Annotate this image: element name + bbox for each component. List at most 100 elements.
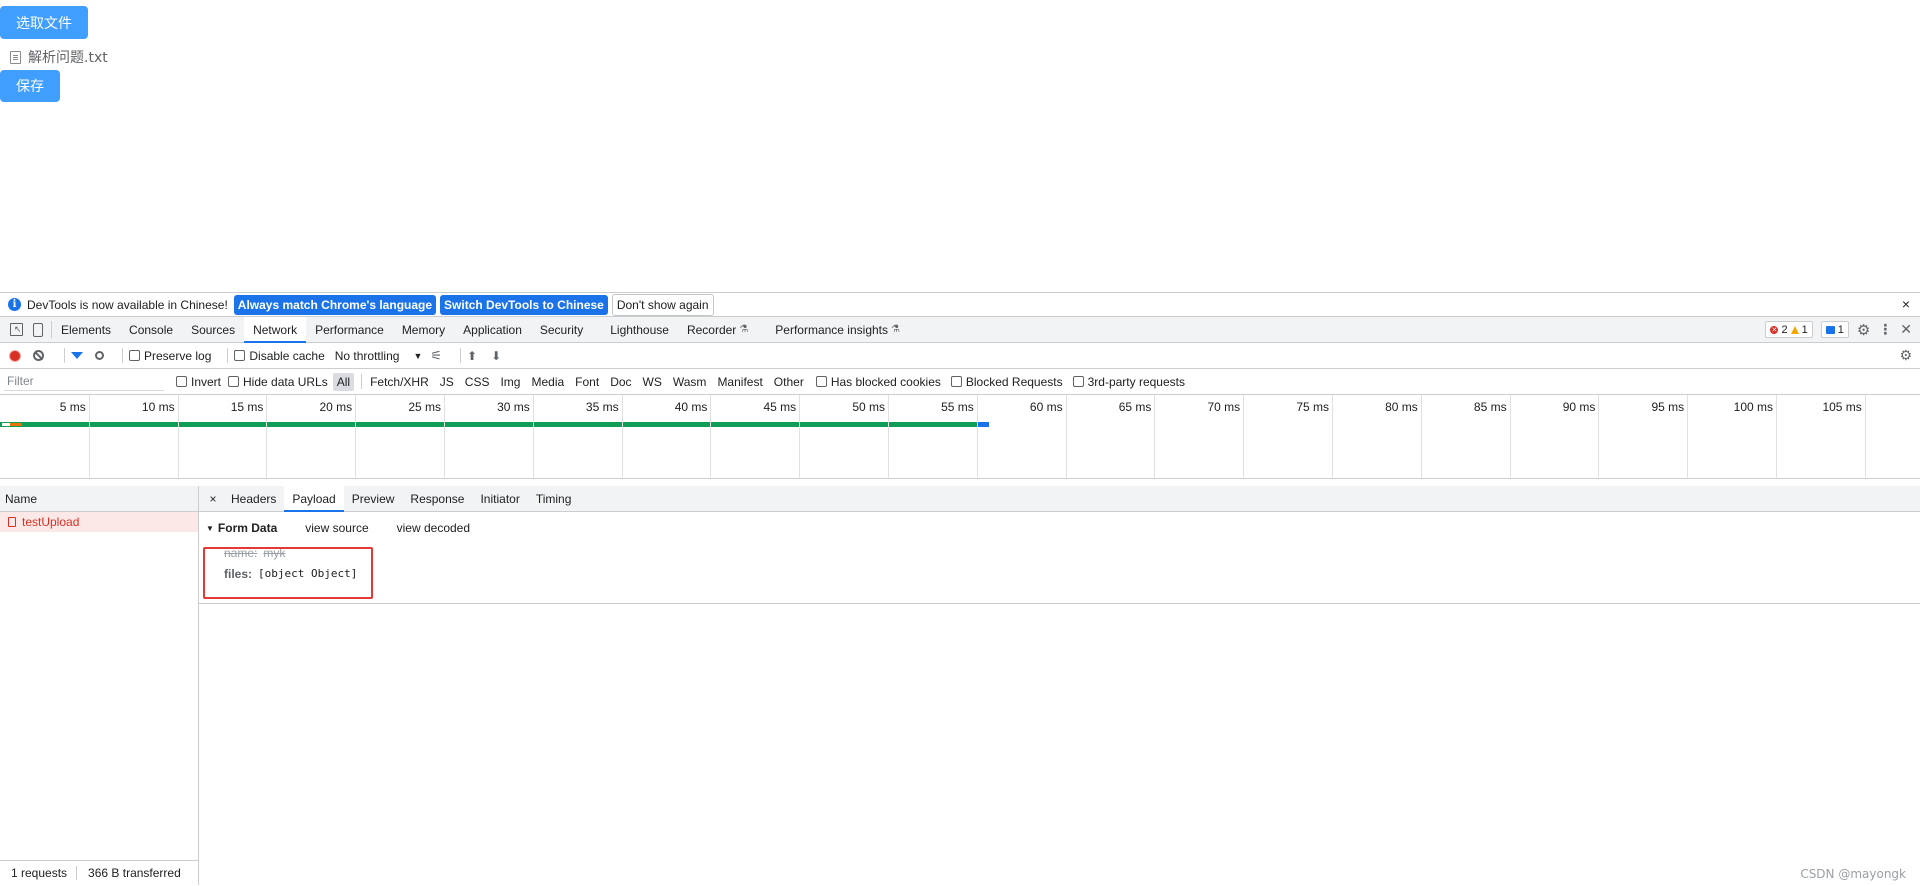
device-toolbar-icon[interactable] [33, 322, 43, 337]
view-source-link[interactable]: view source [305, 521, 368, 535]
expand-triangle-icon[interactable]: ▼ [206, 524, 214, 533]
checkbox-box[interactable] [815, 376, 827, 387]
settings-gear-icon[interactable]: ⚙ [1857, 321, 1870, 339]
type-filter-font[interactable]: Font [571, 373, 603, 391]
disable-cache-label: Disable cache [249, 348, 325, 363]
always-match-language-button[interactable]: Always match Chrome's language [233, 294, 437, 315]
timeline-tick-label: 100 ms [1733, 400, 1773, 414]
close-devtools-icon[interactable]: ✕ [1900, 321, 1912, 338]
switch-to-chinese-button[interactable]: Switch DevTools to Chinese [440, 294, 608, 315]
infobar-close-icon[interactable]: × [1902, 296, 1910, 312]
filter-input[interactable]: Filter [4, 373, 164, 391]
type-filter-fetch-xhr[interactable]: Fetch/XHR [366, 373, 433, 391]
tab-memory[interactable]: Memory [393, 317, 454, 342]
import-har-icon[interactable]: ⬆ [467, 349, 477, 363]
infobar-message: DevTools is now available in Chinese! [27, 297, 228, 312]
experiment-flask-icon: ⚗ [739, 324, 749, 335]
tab-application[interactable]: Application [454, 317, 531, 342]
timeline-tick-label: 60 ms [1029, 400, 1063, 414]
disable-cache-checkbox[interactable]: Disable cache [234, 348, 325, 363]
tab-recorder[interactable]: Recorder ⚗ [678, 317, 757, 342]
document-icon [10, 50, 21, 64]
annotation-highlight-box [203, 547, 373, 599]
type-filter-wasm[interactable]: Wasm [669, 373, 711, 391]
preserve-log-checkbox[interactable]: Preserve log [129, 349, 211, 363]
error-icon: ✕ [1770, 325, 1779, 334]
timeline-tick-label: 90 ms [1562, 400, 1596, 414]
request-row[interactable]: testUpload [0, 512, 198, 532]
checkbox-box[interactable] [234, 350, 246, 361]
tab-initiator[interactable]: Initiator [472, 486, 527, 511]
pick-file-button[interactable]: 选取文件 [0, 6, 88, 39]
tab-recorder-label: Recorder [686, 322, 737, 337]
tab-performance-insights[interactable]: Performance insights ⚗ [757, 317, 909, 342]
checkbox-box[interactable] [1072, 376, 1084, 387]
invert-checkbox[interactable]: Invert [176, 375, 221, 389]
clear-icon[interactable] [33, 350, 44, 361]
tab-preview[interactable]: Preview [344, 486, 403, 511]
tab-network[interactable]: Network [244, 317, 307, 343]
timeline-tick-label: 10 ms [141, 400, 175, 414]
type-filter-ws[interactable]: WS [639, 373, 666, 391]
tabbar-right: ✕ 2 1 1 ⚙ ⋮ ✕ [1765, 317, 1912, 342]
export-har-icon[interactable]: ⬇ [491, 349, 501, 363]
timeline-gridline [177, 395, 179, 478]
network-settings-gear-icon[interactable]: ⚙ [1899, 347, 1912, 364]
checkbox-box[interactable] [950, 376, 962, 387]
form-data-section-header[interactable]: ▼ Form Data view source view decoded [206, 521, 498, 535]
detail-tabbar: × Headers Payload Preview Response Initi… [199, 486, 1920, 512]
network-toolbar: Preserve log Disable cache No throttling… [0, 343, 1920, 369]
type-filter-img[interactable]: Img [496, 373, 524, 391]
tab-response[interactable]: Response [402, 486, 472, 511]
checkbox-box[interactable] [228, 376, 240, 387]
tab-security[interactable]: Security [531, 317, 601, 342]
tab-performance[interactable]: Performance [306, 317, 393, 342]
type-filter-manifest[interactable]: Manifest [713, 373, 766, 391]
section-divider [199, 603, 1920, 604]
name-column-header[interactable]: Name [0, 486, 198, 512]
file-list-item[interactable]: 解析问题.txt [10, 47, 108, 67]
type-filter-js[interactable]: JS [436, 373, 458, 391]
type-filter-media[interactable]: Media [527, 373, 568, 391]
tab-performance-insights-label: Performance insights [775, 322, 888, 337]
throttling-select[interactable]: No throttling ▼ [335, 349, 423, 363]
request-name: testUpload [22, 515, 80, 529]
search-icon[interactable] [95, 351, 104, 360]
timeline-gridline [1243, 395, 1245, 478]
timeline-tick-label: 30 ms [497, 400, 530, 414]
tab-lighthouse[interactable]: Lighthouse [601, 317, 678, 342]
type-filter-css[interactable]: CSS [461, 373, 494, 391]
issues-counter[interactable]: ✕ 2 1 [1765, 321, 1813, 338]
checkbox-box[interactable] [129, 350, 140, 361]
network-filterbar: Filter Invert Hide data URLs All Fetch/X… [0, 369, 1920, 395]
tab-timing[interactable]: Timing [528, 486, 580, 511]
network-overview-timeline[interactable]: 5 ms 10 ms 15 ms 20 ms 25 ms 30 ms 35 ms 40 ms 4… [0, 395, 1920, 479]
tab-console[interactable]: Console [120, 317, 182, 342]
messages-counter[interactable]: 1 [1820, 321, 1849, 338]
tab-sources[interactable]: Sources [182, 317, 244, 342]
close-detail-icon[interactable]: × [203, 486, 223, 511]
third-party-checkbox[interactable]: 3rd-party requests [1072, 375, 1185, 389]
blocked-requests-label: Blocked Requests [965, 374, 1063, 389]
dont-show-again-button[interactable]: Don't show again [611, 293, 714, 316]
blocked-requests-checkbox[interactable]: Blocked Requests [950, 374, 1063, 389]
timeline-gridline [621, 395, 623, 478]
checkbox-box[interactable] [176, 376, 187, 387]
timeline-tick-label: 65 ms [1118, 400, 1152, 414]
save-button[interactable]: 保存 [0, 70, 60, 102]
tab-headers[interactable]: Headers [223, 486, 284, 511]
more-options-icon[interactable]: ⋮ [1878, 321, 1892, 338]
hide-data-urls-checkbox[interactable]: Hide data URLs [228, 375, 328, 389]
has-blocked-cookies-checkbox[interactable]: Has blocked cookies [815, 375, 941, 389]
tab-elements[interactable]: Elements [52, 317, 120, 342]
type-filter-other[interactable]: Other [770, 373, 808, 391]
type-filter-all[interactable]: All [332, 372, 355, 391]
filter-funnel-icon[interactable] [71, 352, 83, 359]
message-count: 1 [1837, 323, 1844, 336]
view-decoded-link[interactable]: view decoded [397, 521, 470, 535]
inspect-element-icon[interactable] [10, 323, 23, 336]
record-icon[interactable] [9, 349, 21, 362]
network-conditions-icon[interactable]: ⚟ [430, 348, 442, 364]
type-filter-doc[interactable]: Doc [606, 373, 635, 391]
tab-payload[interactable]: Payload [284, 486, 345, 512]
